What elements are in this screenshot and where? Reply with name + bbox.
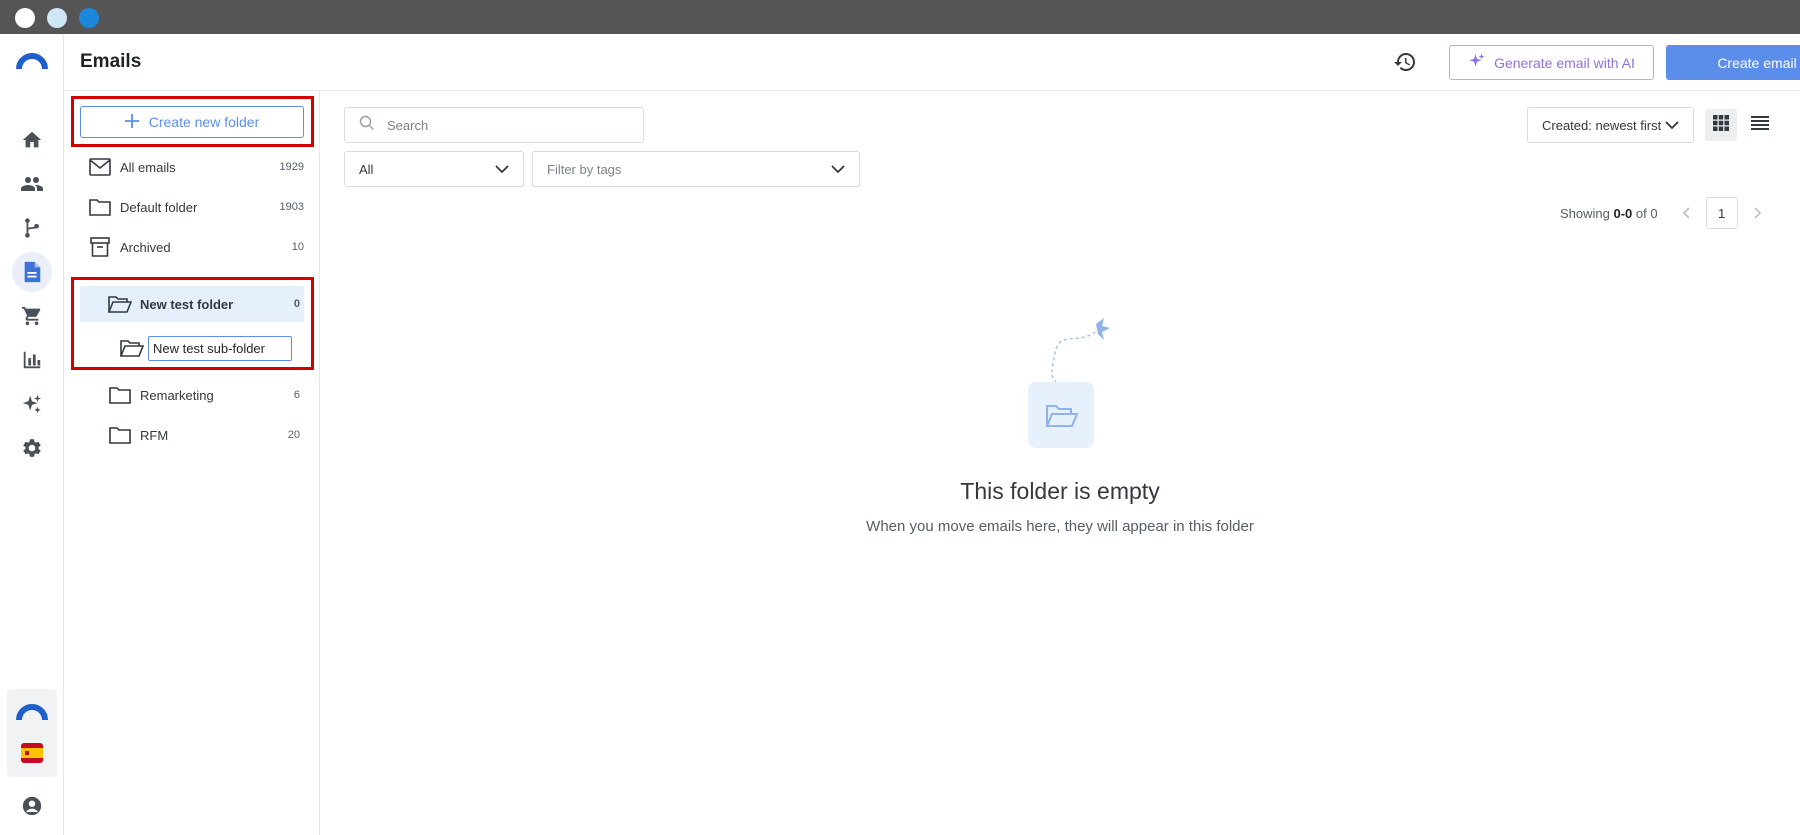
tags-filter-placeholder: Filter by tags	[547, 161, 622, 177]
folder-item-all-emails[interactable]: All emails 1929	[80, 149, 308, 185]
emails-document-icon[interactable]	[12, 252, 52, 292]
pagination-total: of 0	[1635, 205, 1658, 221]
pagination-prefix: Showing	[1560, 205, 1610, 221]
archive-icon	[88, 235, 112, 259]
create-new-folder-label: Create new folder	[148, 114, 260, 130]
settings-gear-icon[interactable]	[12, 428, 52, 468]
folder-name: RFM	[140, 427, 169, 443]
folder-count: 1903	[279, 201, 304, 213]
grid-view-icon	[1713, 114, 1729, 136]
nav-rail	[0, 34, 64, 835]
page-title: Emails	[80, 51, 142, 72]
pagination-page-button[interactable]: 1	[1705, 197, 1738, 229]
list-view-button[interactable]	[1744, 109, 1776, 141]
empty-folder-illustration	[1020, 318, 1120, 448]
chevron-left-icon[interactable]	[1674, 201, 1698, 225]
window-close-button[interactable]	[15, 8, 35, 28]
folder-name: New test folder	[140, 296, 234, 312]
user-account-icon[interactable]	[12, 786, 52, 826]
grid-view-button[interactable]	[1705, 109, 1737, 141]
folder-item-rfm[interactable]: RFM 20	[80, 417, 304, 453]
window-minimize-button[interactable]	[47, 8, 67, 28]
folder-icon	[108, 383, 132, 407]
folder-count: 10	[291, 241, 304, 253]
search-icon	[359, 115, 375, 136]
brand-logo-small-icon[interactable]	[16, 703, 48, 726]
sort-value: Created: newest first	[1542, 117, 1662, 133]
history-icon[interactable]	[1391, 48, 1419, 76]
empty-state-title: This folder is empty	[960, 478, 1160, 504]
automation-flow-icon[interactable]	[12, 208, 52, 248]
create-new-folder-button[interactable]: Create new folder	[80, 106, 304, 138]
account-switcher	[7, 689, 57, 777]
status-filter-select[interactable]: All	[344, 151, 524, 187]
plus-icon	[124, 113, 139, 131]
folder-item-new-test-folder[interactable]: New test folder 0	[80, 286, 304, 322]
subfolder-create-row	[80, 330, 304, 366]
folder-panel: Create new folder All emails 1929 Defaul…	[64, 91, 320, 835]
folder-count: 20	[287, 429, 300, 441]
ai-sparkle-icon[interactable]	[12, 384, 52, 424]
contacts-icon[interactable]	[12, 164, 52, 204]
tags-filter-select[interactable]: Filter by tags	[532, 151, 860, 187]
folder-name: Archived	[120, 239, 171, 255]
folder-name: Default folder	[120, 199, 198, 215]
empty-state-subtitle: When you move emails here, they will app…	[866, 518, 1254, 535]
folder-open-icon	[120, 336, 144, 360]
sort-select[interactable]: Created: newest first	[1527, 107, 1694, 143]
chevron-down-icon	[831, 162, 845, 177]
folder-item-remarketing[interactable]: Remarketing 6	[80, 377, 304, 413]
folder-count: 1929	[279, 161, 304, 173]
generate-email-ai-button[interactable]: Generate email with AI	[1449, 45, 1654, 80]
create-email-button[interactable]: Create email	[1666, 45, 1800, 80]
folder-item-archived[interactable]: Archived 10	[80, 229, 308, 265]
home-icon[interactable]	[12, 120, 52, 160]
folder-name: Remarketing	[140, 387, 214, 403]
folder-open-icon	[108, 292, 132, 316]
cart-icon[interactable]	[12, 296, 52, 336]
folder-count: 0	[293, 298, 300, 310]
chevron-right-icon[interactable]	[1746, 201, 1770, 225]
pagination-range: 0-0	[1613, 205, 1633, 221]
generate-email-ai-label: Generate email with AI	[1494, 54, 1635, 71]
status-filter-value: All	[359, 161, 374, 177]
list-view-icon	[1751, 115, 1769, 135]
analytics-chart-icon[interactable]	[12, 340, 52, 380]
folder-icon	[88, 195, 112, 219]
window-titlebar	[0, 0, 1800, 34]
chevron-down-icon	[495, 162, 509, 177]
folder-item-default-folder[interactable]: Default folder 1903	[80, 189, 308, 225]
spain-flag-icon[interactable]	[21, 743, 43, 768]
pagination: Showing 0-0 of 0 1	[1560, 197, 1770, 229]
subfolder-name-input[interactable]	[148, 335, 292, 361]
mail-icon	[88, 155, 112, 179]
page-header: Emails Generate email with AI Create ema…	[64, 34, 1800, 91]
brand-logo-icon[interactable]	[16, 52, 48, 75]
folder-count: 6	[293, 389, 300, 401]
folder-name: All emails	[120, 159, 176, 175]
search-input[interactable]	[387, 117, 617, 133]
chevron-down-icon	[1665, 118, 1679, 133]
ai-sparkle-icon	[1468, 52, 1486, 73]
window-maximize-button[interactable]	[79, 8, 99, 28]
search-box	[344, 107, 644, 143]
folder-icon	[108, 423, 132, 447]
